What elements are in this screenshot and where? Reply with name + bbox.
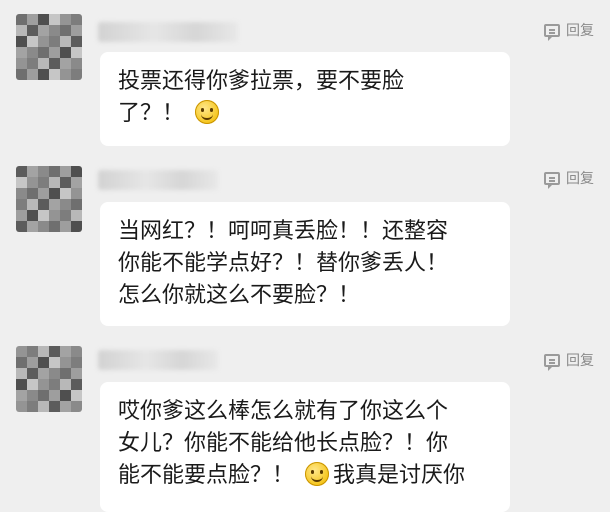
comment-icon	[544, 353, 560, 371]
username-blurred[interactable]	[98, 170, 218, 190]
reply-button[interactable]: 回复	[544, 350, 594, 371]
smile-emoji-icon	[305, 462, 330, 486]
comment-icon	[544, 23, 560, 41]
username-blurred[interactable]	[98, 350, 218, 370]
reply-label: 回复	[566, 23, 594, 39]
comment-text-line: 你能不能学点好？！替你爹丢人！	[118, 251, 449, 276]
reply-button[interactable]: 回复	[544, 20, 594, 41]
comment-text-line: 女儿？你能不能给他长点脸？！你	[118, 431, 449, 456]
comment-text-line: 怎么你就这么不要脸？！	[118, 283, 361, 308]
comment-text-line: 当网红？！呵呵真丢脸！！还整容	[118, 219, 449, 244]
smile-emoji-icon	[195, 100, 220, 124]
comment-icon	[544, 171, 560, 189]
avatar[interactable]	[16, 166, 82, 232]
reply-label: 回复	[566, 353, 594, 369]
avatar[interactable]	[16, 346, 82, 412]
reply-label: 回复	[566, 171, 594, 187]
comment-text-line: 投票还得你爹拉票，要不要脸	[118, 69, 405, 94]
comment-text-line: 能不能要点脸？！ 我真是讨厌你	[118, 462, 466, 488]
comment-text-line: 了？！	[118, 98, 492, 130]
comment-bubble: 投票还得你爹拉票，要不要脸 了？！	[100, 52, 510, 146]
reply-button[interactable]: 回复	[544, 168, 594, 189]
comment-bubble: 当网红？！呵呵真丢脸！！还整容 你能不能学点好？！替你爹丢人！ 怎么你就这么不要…	[100, 202, 510, 326]
comment-text-line: 哎你爹这么棒怎么就有了你这么个	[118, 399, 449, 424]
comment-bubble: 哎你爹这么棒怎么就有了你这么个 女儿？你能不能给他长点脸？！你 能不能要点脸？！…	[100, 382, 510, 512]
avatar[interactable]	[16, 14, 82, 80]
username-blurred[interactable]	[98, 22, 238, 42]
